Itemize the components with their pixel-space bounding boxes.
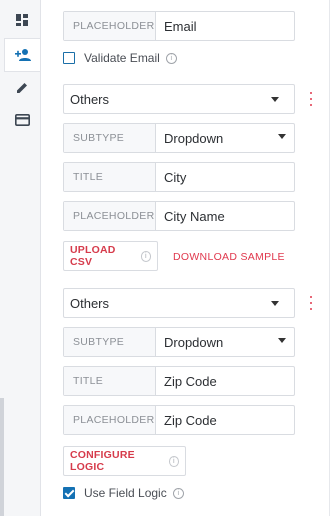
chevron-down-icon [278, 338, 286, 343]
chevron-down-icon [271, 301, 279, 306]
download-sample-link[interactable]: DOWNLOAD SAMPLE [173, 251, 285, 263]
field-label: SUBTYPE [64, 328, 156, 356]
dashboard-button[interactable] [4, 4, 40, 36]
chevron-down-icon [278, 134, 286, 139]
button-label: UPLOAD CSV [70, 244, 116, 268]
info-icon[interactable]: i [168, 455, 179, 467]
city-placeholder-field[interactable]: PLACEHOLDER City Name [63, 201, 295, 231]
info-icon[interactable]: i [172, 487, 184, 499]
info-icon[interactable]: i [140, 250, 151, 262]
field-label: SUBTYPE [64, 124, 156, 152]
zip-subtype-field[interactable]: SUBTYPE Dropdown [63, 327, 295, 357]
email-placeholder-field[interactable]: PLACEHOLDER Email [63, 11, 295, 41]
more-options-icon[interactable] [309, 296, 313, 310]
use-field-logic-checkbox[interactable] [63, 487, 75, 499]
use-field-logic-label: Use Field Logic [84, 486, 167, 500]
add-person-button[interactable] [4, 38, 41, 72]
field-label: TITLE [64, 163, 156, 191]
zip-placeholder-field[interactable]: PLACEHOLDER Zip Code [63, 405, 295, 435]
left-rail [0, 0, 41, 516]
city-subtype-field[interactable]: SUBTYPE Dropdown [63, 123, 295, 153]
card-icon [14, 114, 30, 126]
select-value: Others [70, 91, 110, 107]
chevron-down-icon [271, 97, 279, 102]
add-person-icon [15, 49, 31, 61]
zip-title-field[interactable]: TITLE Zip Code [63, 366, 295, 396]
payment-button[interactable] [4, 104, 40, 136]
dashboard-icon [16, 14, 28, 26]
select-value: Dropdown [164, 334, 224, 350]
subtype-select[interactable]: Dropdown [156, 124, 294, 152]
field-value[interactable]: City [156, 163, 294, 191]
validate-email-label: Validate Email [84, 51, 160, 65]
use-field-logic-row[interactable]: Use Field Logic i [63, 485, 184, 501]
city-title-field[interactable]: TITLE City [63, 162, 295, 192]
validate-email-row[interactable]: Validate Email i [63, 50, 177, 66]
configure-logic-button[interactable]: CONFIGURE LOGIC i [63, 446, 186, 476]
field-label: TITLE [64, 367, 156, 395]
field-label: PLACEHOLDER [64, 202, 156, 230]
edit-button[interactable] [4, 72, 40, 104]
upload-csv-button[interactable]: UPLOAD CSV i [63, 241, 158, 271]
field-label: PLACEHOLDER [64, 12, 156, 40]
select-value: Dropdown [164, 130, 224, 146]
more-options-icon[interactable] [309, 92, 313, 106]
field-value[interactable]: City Name [156, 202, 294, 230]
rail-scrollbar[interactable] [0, 398, 4, 516]
subtype-select[interactable]: Dropdown [156, 328, 294, 356]
city-type-select[interactable]: Others [63, 84, 295, 114]
zip-type-select[interactable]: Others [63, 288, 295, 318]
field-value[interactable]: Zip Code [156, 406, 294, 434]
pencil-icon [17, 83, 27, 93]
field-value[interactable]: Email [156, 12, 294, 40]
select-value: Others [70, 295, 110, 311]
panel-edge [329, 0, 330, 516]
button-label: CONFIGURE LOGIC [70, 449, 135, 473]
field-label: PLACEHOLDER [64, 406, 156, 434]
field-value[interactable]: Zip Code [156, 367, 294, 395]
rail-divider [40, 0, 41, 516]
validate-email-checkbox[interactable] [63, 52, 75, 64]
info-icon[interactable]: i [165, 52, 177, 64]
